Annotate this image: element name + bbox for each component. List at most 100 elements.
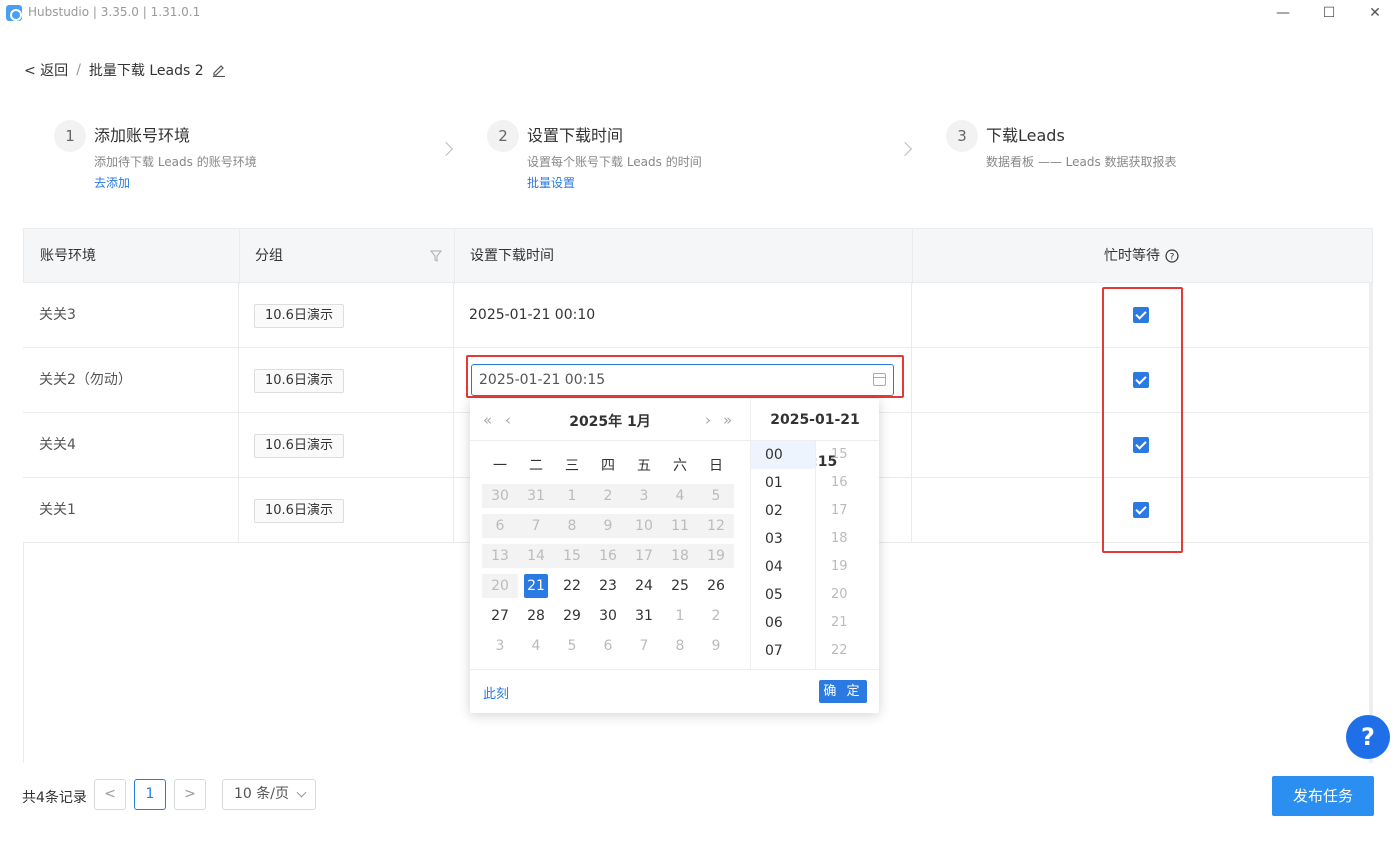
minute-column[interactable]: 15 16 17 18 19 20 21 22 (815, 441, 879, 669)
calendar-day: 9 (603, 518, 613, 534)
account-name: 关关3 (39, 307, 76, 323)
table-scrollbar[interactable] (1369, 283, 1373, 763)
minute-option[interactable]: 16 (816, 469, 879, 497)
close-button[interactable]: ✕ (1360, 3, 1390, 23)
step-number: 3 (946, 120, 978, 152)
chevron-right-icon (438, 141, 454, 157)
prev-page-button[interactable]: < (94, 779, 126, 810)
minute-option[interactable]: 19 (816, 553, 879, 581)
chevron-down-icon (296, 787, 307, 798)
hour-option[interactable]: 03 (751, 525, 815, 553)
column-header-busy-wait: 忙时等待 (1104, 248, 1160, 264)
column-header-group: 分组 (255, 248, 283, 264)
calendar-day: 4 (675, 488, 685, 504)
svg-text:?: ? (1170, 253, 1175, 263)
confirm-button[interactable]: 确 定 (819, 680, 867, 703)
download-time-value: 2025-01-21 00:15 (479, 372, 606, 388)
calendar-day: 2 (603, 488, 613, 504)
calendar-day: 3 (495, 638, 505, 654)
help-button[interactable]: ? (1346, 715, 1390, 759)
calendar-day: 20 (491, 578, 509, 594)
minute-option[interactable]: 17 (816, 497, 879, 525)
calendar-icon (873, 373, 886, 386)
window-title: Hubstudio | 3.35.0 | 1.31.0.1 (28, 5, 201, 19)
hour-option[interactable]: 06 (751, 609, 815, 637)
calendar-day: 1 (567, 488, 577, 504)
calendar-day: 7 (639, 638, 649, 654)
weekday-label: 一 (493, 458, 507, 474)
calendar-day[interactable]: 31 (626, 604, 662, 628)
calendar-day: 8 (567, 518, 577, 534)
minute-option[interactable]: 18 (816, 525, 879, 553)
calendar-day: 8 (675, 638, 685, 654)
hour-option[interactable]: 07 (751, 637, 815, 665)
question-circle-icon[interactable]: ? (1165, 249, 1179, 267)
maximize-button[interactable]: ☐ (1314, 3, 1344, 23)
hour-option[interactable]: 05 (751, 581, 815, 609)
calendar-day: 11 (671, 518, 689, 534)
hour-option[interactable]: 02 (751, 497, 815, 525)
table-header: 账号环境 分组 设置下载时间 忙时等待 ? (23, 228, 1373, 284)
calendar-day: 6 (603, 638, 613, 654)
page-size-select[interactable]: 10 条/页 (222, 779, 316, 810)
hour-column[interactable]: 00 01 02 03 04 05 06 07 (750, 441, 815, 669)
minimize-button[interactable]: — (1268, 3, 1298, 23)
time-title: 2025-01-21 00:15 (750, 399, 879, 470)
calendar-day[interactable]: 30 (590, 604, 626, 628)
hour-option[interactable]: 01 (751, 469, 815, 497)
calendar-day[interactable]: 29 (554, 604, 590, 628)
page-title: 批量下载 Leads 2 (88, 63, 204, 79)
batch-set-link[interactable]: 批量设置 (527, 174, 702, 191)
download-time[interactable]: 2025-01-21 00:10 (453, 283, 595, 348)
next-page-button[interactable]: > (174, 779, 206, 810)
datetime-picker: « ‹ 2025年 1月 › » 2025-01-21 00:15 一 二 三 四 五 六… (470, 399, 879, 713)
picker-footer: 此刻 确 定 (470, 669, 879, 713)
calendar-day[interactable]: 22 (554, 574, 590, 598)
step-description: 数据看板 —— Leads 数据获取报表 (986, 155, 1177, 169)
calendar-day[interactable]: 23 (590, 574, 626, 598)
go-add-link[interactable]: 去添加 (94, 174, 257, 191)
calendar-day: 3 (639, 488, 649, 504)
weekday-label: 四 (601, 458, 615, 474)
hour-option[interactable]: 04 (751, 553, 815, 581)
weekday-label: 二 (529, 458, 543, 474)
group-tag: 10.6日演示 (254, 499, 344, 523)
calendar-day[interactable]: 21 (518, 574, 554, 598)
next-month-icon[interactable]: › (705, 411, 711, 429)
calendar-day[interactable]: 28 (518, 604, 554, 628)
calendar-day[interactable]: 24 (626, 574, 662, 598)
weekday-label: 日 (709, 458, 723, 474)
calendar-day: 14 (527, 548, 545, 564)
publish-task-button[interactable]: 发布任务 (1272, 776, 1374, 816)
back-link[interactable]: < 返回 (24, 60, 68, 80)
calendar-day[interactable]: 26 (698, 574, 734, 598)
column-header-account: 账号环境 (40, 248, 96, 264)
account-name: 关关1 (39, 502, 76, 518)
minute-option[interactable]: 22 (816, 637, 879, 665)
minute-option[interactable]: 15 (816, 441, 879, 469)
step-title: 设置下载时间 (527, 126, 624, 145)
step-description: 添加待下载 Leads 的账号环境 (94, 155, 257, 169)
calendar-day[interactable]: 25 (662, 574, 698, 598)
calendar-day: 31 (527, 488, 545, 504)
download-time-input[interactable]: 2025-01-21 00:15 (471, 364, 894, 396)
now-link[interactable]: 此刻 (483, 683, 509, 702)
minute-option[interactable]: 21 (816, 609, 879, 637)
calendar-day: 9 (711, 638, 721, 654)
edit-icon[interactable] (212, 63, 226, 78)
minute-option[interactable]: 20 (816, 581, 879, 609)
calendar-day[interactable]: 27 (482, 604, 518, 628)
filter-icon[interactable] (429, 250, 443, 266)
page-1-button[interactable]: 1 (134, 779, 166, 810)
breadcrumb: < 返回 / 批量下载 Leads 2 (24, 60, 226, 80)
title-bar: Hubstudio | 3.35.0 | 1.31.0.1 — ☐ ✕ (0, 0, 1394, 28)
hour-option[interactable]: 00 (751, 441, 815, 469)
calendar-day: 12 (707, 518, 725, 534)
next-year-icon[interactable]: » (723, 411, 732, 429)
selected-day[interactable]: 21 (524, 574, 548, 598)
step-title: 下载Leads (986, 126, 1065, 145)
group-tag: 10.6日演示 (254, 304, 344, 328)
calendar-day: 10 (635, 518, 653, 534)
calendar-day: 15 (563, 548, 581, 564)
step-number: 1 (54, 120, 86, 152)
